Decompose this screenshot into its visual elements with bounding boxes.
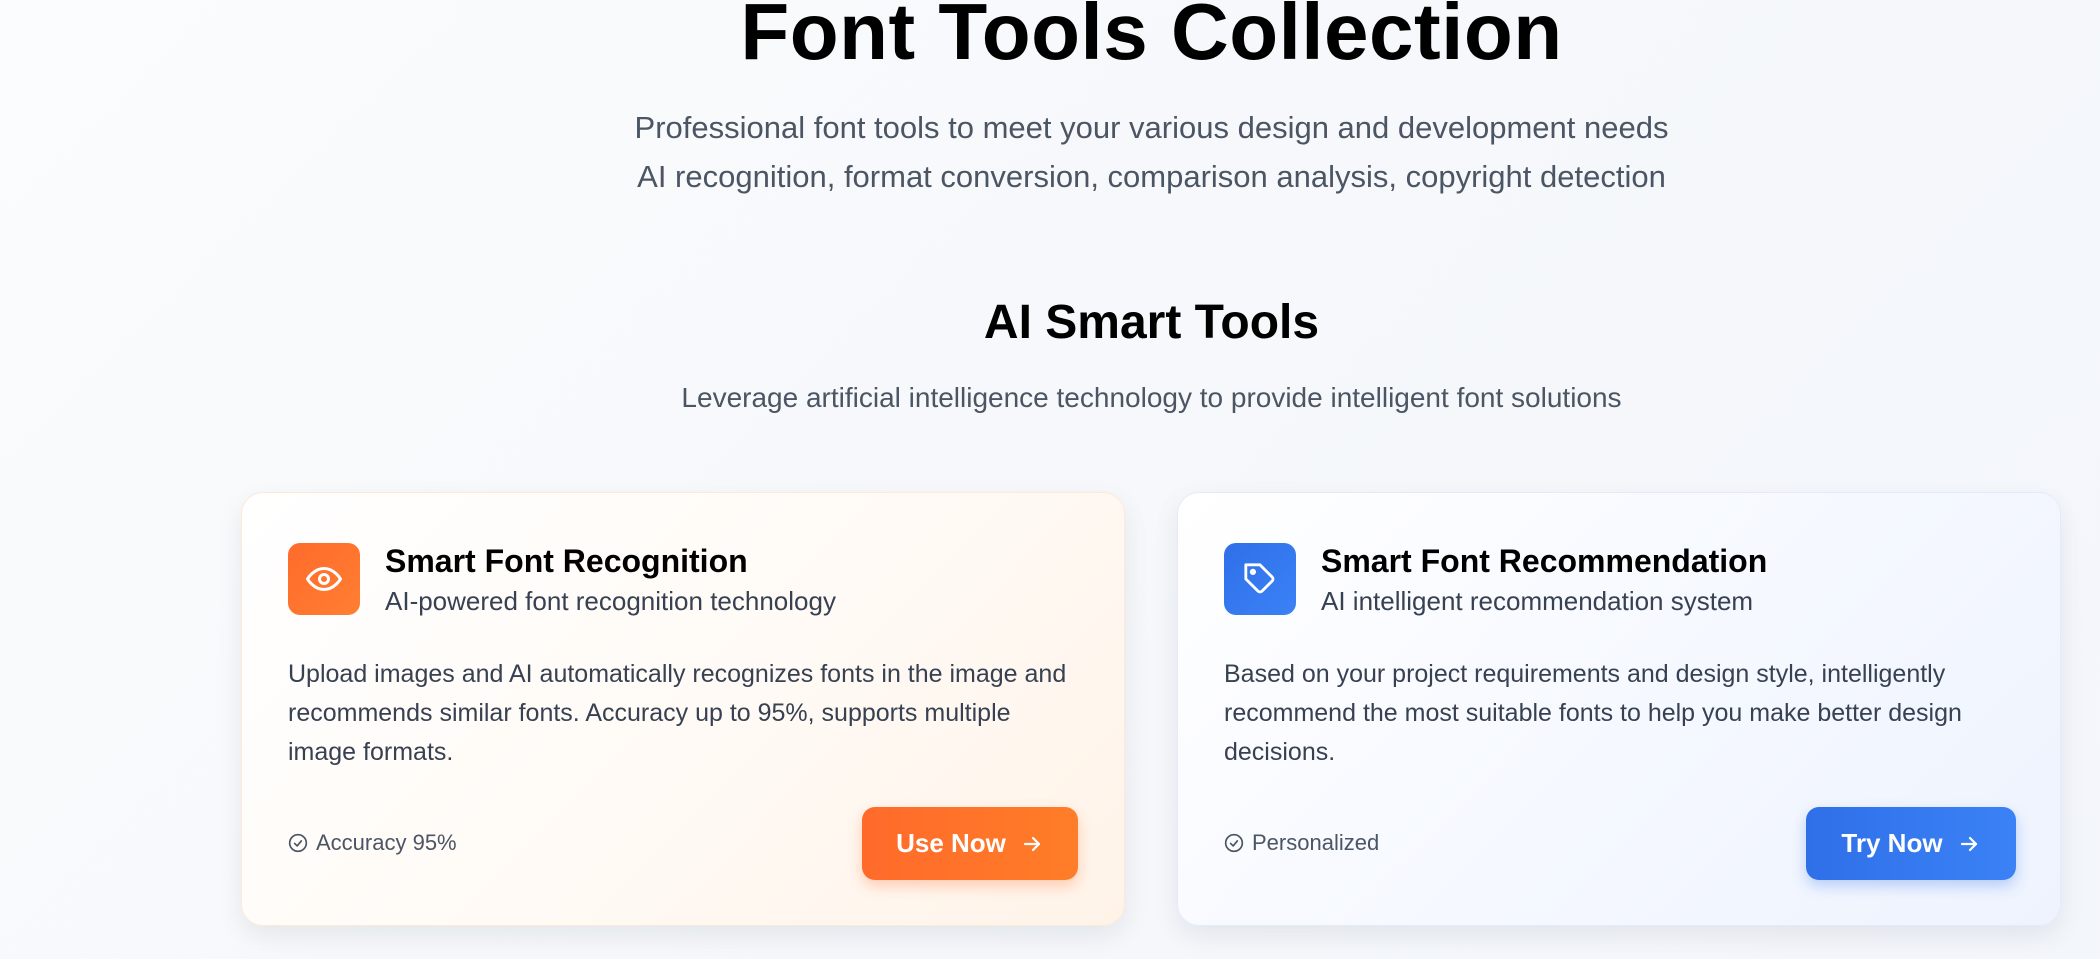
personalized-badge: Personalized	[1224, 830, 1379, 856]
card-description: Based on your project requirements and d…	[1224, 660, 1962, 766]
accuracy-badge: Accuracy 95%	[288, 830, 457, 856]
arrow-right-icon	[1023, 836, 1041, 851]
card-smart-font-recognition: Smart Font Recognition AI-powered font r…	[241, 492, 1125, 926]
page-title: Font Tools Collection	[740, 0, 1563, 76]
button-label: Try Now	[1841, 828, 1943, 858]
page-subtitle-line-1: Professional font tools to meet your var…	[634, 110, 1669, 145]
card-title: Smart Font Recognition	[385, 543, 748, 579]
page-subtitle-line-2: AI recognition, format conversion, compa…	[637, 159, 1666, 194]
section-subtitle: Leverage artificial intelligence technol…	[681, 382, 1622, 413]
use-now-button[interactable]: Use Now	[862, 807, 1078, 880]
card-subtitle: AI-powered font recognition technology	[385, 586, 836, 616]
eye-icon	[288, 543, 360, 615]
arrow-right-icon	[1960, 836, 1977, 851]
button-label: Use Now	[896, 828, 1006, 858]
badge-label: Accuracy 95%	[316, 830, 457, 855]
check-circle-icon	[288, 833, 308, 853]
card-description: Upload images and AI automatically recog…	[288, 660, 1067, 766]
tag-icon	[1224, 543, 1296, 615]
check-circle-icon	[1224, 833, 1244, 853]
try-now-button[interactable]: Try Now	[1806, 807, 2016, 880]
section-title: AI Smart Tools	[983, 296, 1320, 349]
card-smart-font-recommendation: Smart Font Recommendation AI intelligent…	[1177, 492, 2061, 926]
badge-label: Personalized	[1252, 830, 1380, 855]
card-title: Smart Font Recommendation	[1321, 543, 1768, 579]
card-subtitle: AI intelligent recommendation system	[1321, 586, 1754, 616]
